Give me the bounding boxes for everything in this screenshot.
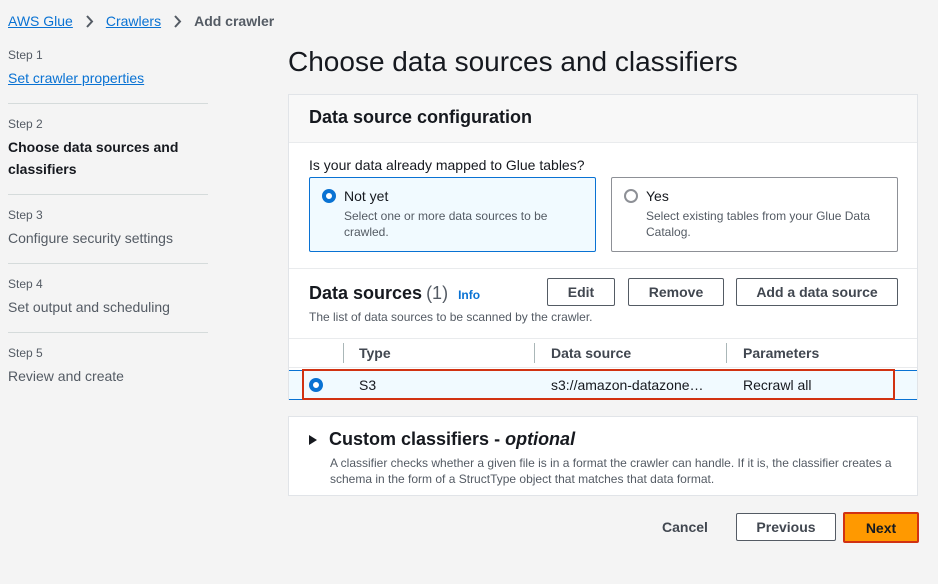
step-title: Review and create (8, 368, 124, 384)
data-sources-description: The list of data sources to be scanned b… (309, 310, 593, 324)
step-title: Configure security settings (8, 230, 173, 246)
wizard-steps: Step 1 Set crawler properties Step 2 Cho… (8, 48, 208, 414)
step-title: Set output and scheduling (8, 299, 170, 315)
step-title-current: Choose data sources and classifiers (8, 139, 179, 177)
data-source-config-panel: Data source configuration Is your data a… (288, 94, 918, 400)
step-number: Step 1 (8, 48, 43, 62)
breadcrumb-current: Add crawler (194, 13, 275, 29)
highlight-box (302, 369, 895, 400)
classifiers-optional: optional (505, 429, 576, 449)
data-sources-count: (1) (426, 283, 449, 303)
info-link[interactable]: Info (458, 288, 480, 302)
edit-button[interactable]: Edit (547, 278, 615, 306)
table-header: Type Data source Parameters (289, 338, 917, 368)
data-sources-title: Data sources (309, 283, 423, 303)
panel-title: Data source configuration (309, 107, 533, 127)
column-divider (343, 343, 344, 363)
remove-button[interactable]: Remove (628, 278, 724, 306)
step-link-crawler-properties[interactable]: Set crawler properties (8, 70, 144, 86)
step-number: Step 5 (8, 346, 43, 360)
page-title: Choose data sources and classifiers (288, 46, 738, 77)
wizard-step-1: Step 1 Set crawler properties (8, 48, 208, 104)
breadcrumb-crawlers[interactable]: Crawlers (106, 13, 161, 29)
cancel-button[interactable]: Cancel (662, 519, 708, 535)
next-button[interactable]: Next (843, 512, 919, 543)
caret-right-icon (309, 434, 317, 445)
column-header-parameters[interactable]: Parameters (743, 345, 819, 361)
mapping-question: Is your data already mapped to Glue tabl… (309, 157, 585, 173)
add-data-source-button[interactable]: Add a data source (736, 278, 898, 306)
previous-button[interactable]: Previous (736, 513, 836, 541)
column-header-type[interactable]: Type (359, 345, 391, 361)
option-label: Yes (646, 188, 669, 204)
wizard-step-3: Step 3 Configure security settings (8, 208, 208, 264)
step-number: Step 4 (8, 277, 43, 291)
radio-unselected[interactable] (624, 189, 638, 203)
radio-selected[interactable] (322, 189, 336, 203)
breadcrumb-aws-glue[interactable]: AWS Glue (8, 13, 73, 29)
panel-header: Data source configuration (289, 95, 917, 143)
classifiers-description: A classifier checks whether a given file… (330, 456, 892, 486)
column-divider (534, 343, 535, 363)
divider (289, 268, 917, 269)
option-description: Select existing tables from your Glue Da… (646, 209, 871, 239)
data-sources-heading: Data sources (1) Info (309, 283, 480, 304)
step-number: Step 3 (8, 208, 43, 222)
custom-classifiers-expander[interactable]: Custom classifiers - optional (309, 429, 897, 450)
wizard-step-2: Step 2 Choose data sources and classifie… (8, 117, 208, 195)
breadcrumb: AWS Glue Crawlers Add crawler (8, 13, 274, 29)
option-label: Not yet (344, 188, 389, 204)
wizard-step-5: Step 5 Review and create (8, 346, 208, 401)
classifiers-title: Custom classifiers - (329, 429, 501, 449)
chevron-right-icon (173, 14, 182, 28)
column-divider (726, 343, 727, 363)
column-header-data-source[interactable]: Data source (551, 345, 631, 361)
option-tile-not-yet[interactable]: Not yet Select one or more data sources … (309, 177, 596, 252)
option-tile-yes[interactable]: Yes Select existing tables from your Glu… (611, 177, 898, 252)
wizard-step-4: Step 4 Set output and scheduling (8, 277, 208, 333)
chevron-right-icon (85, 14, 94, 28)
option-description: Select one or more data sources to be cr… (344, 209, 548, 239)
step-number: Step 2 (8, 117, 43, 131)
table-row[interactable]: S3 s3://amazon-datazone… Recrawl all (289, 369, 917, 400)
custom-classifiers-panel: Custom classifiers - optional A classifi… (288, 416, 918, 496)
